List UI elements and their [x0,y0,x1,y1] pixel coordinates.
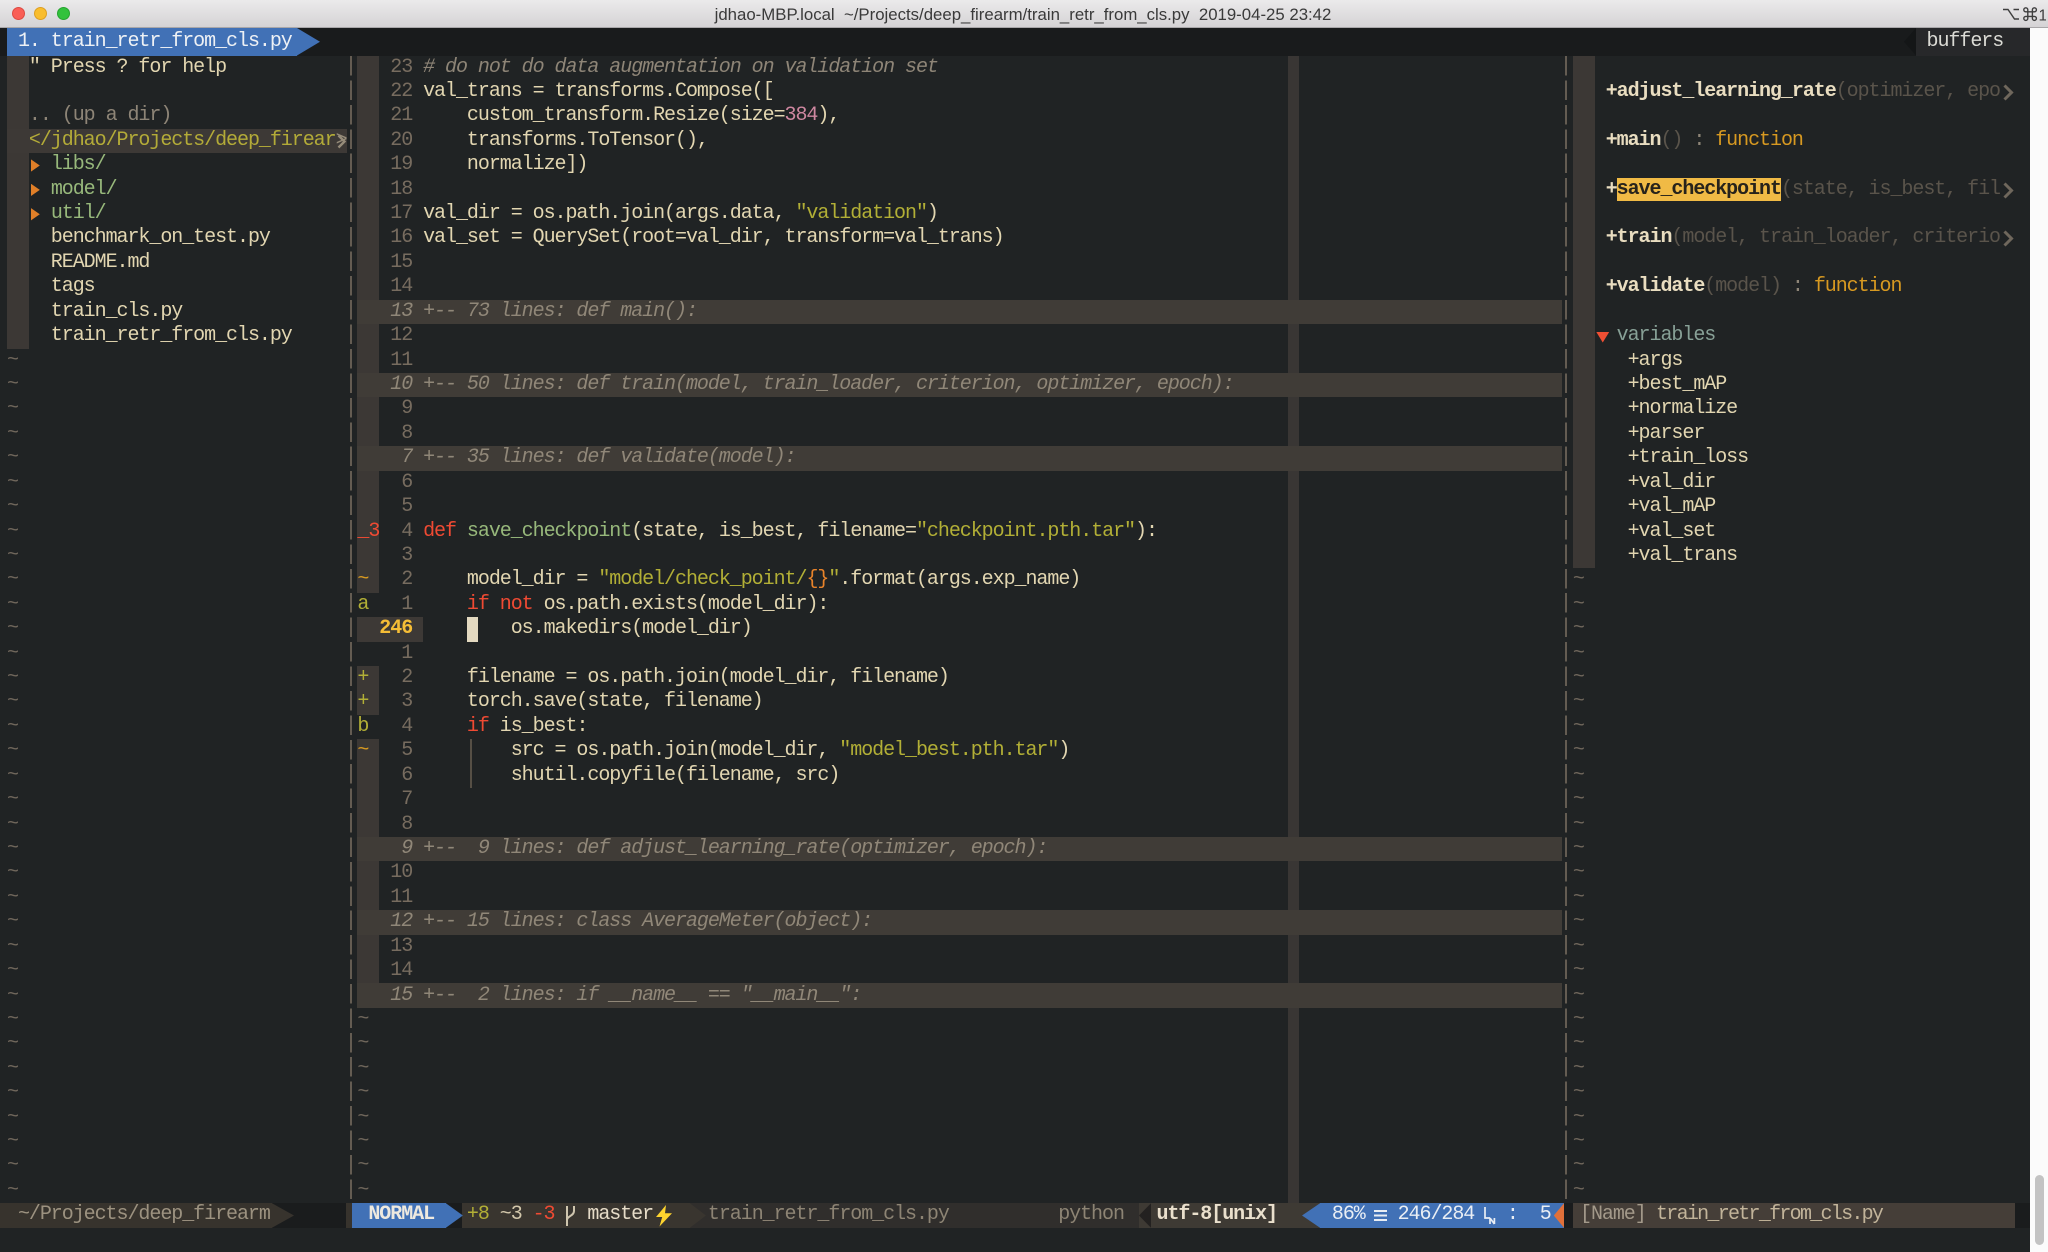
svg-text:1: 1 [2039,8,2047,24]
